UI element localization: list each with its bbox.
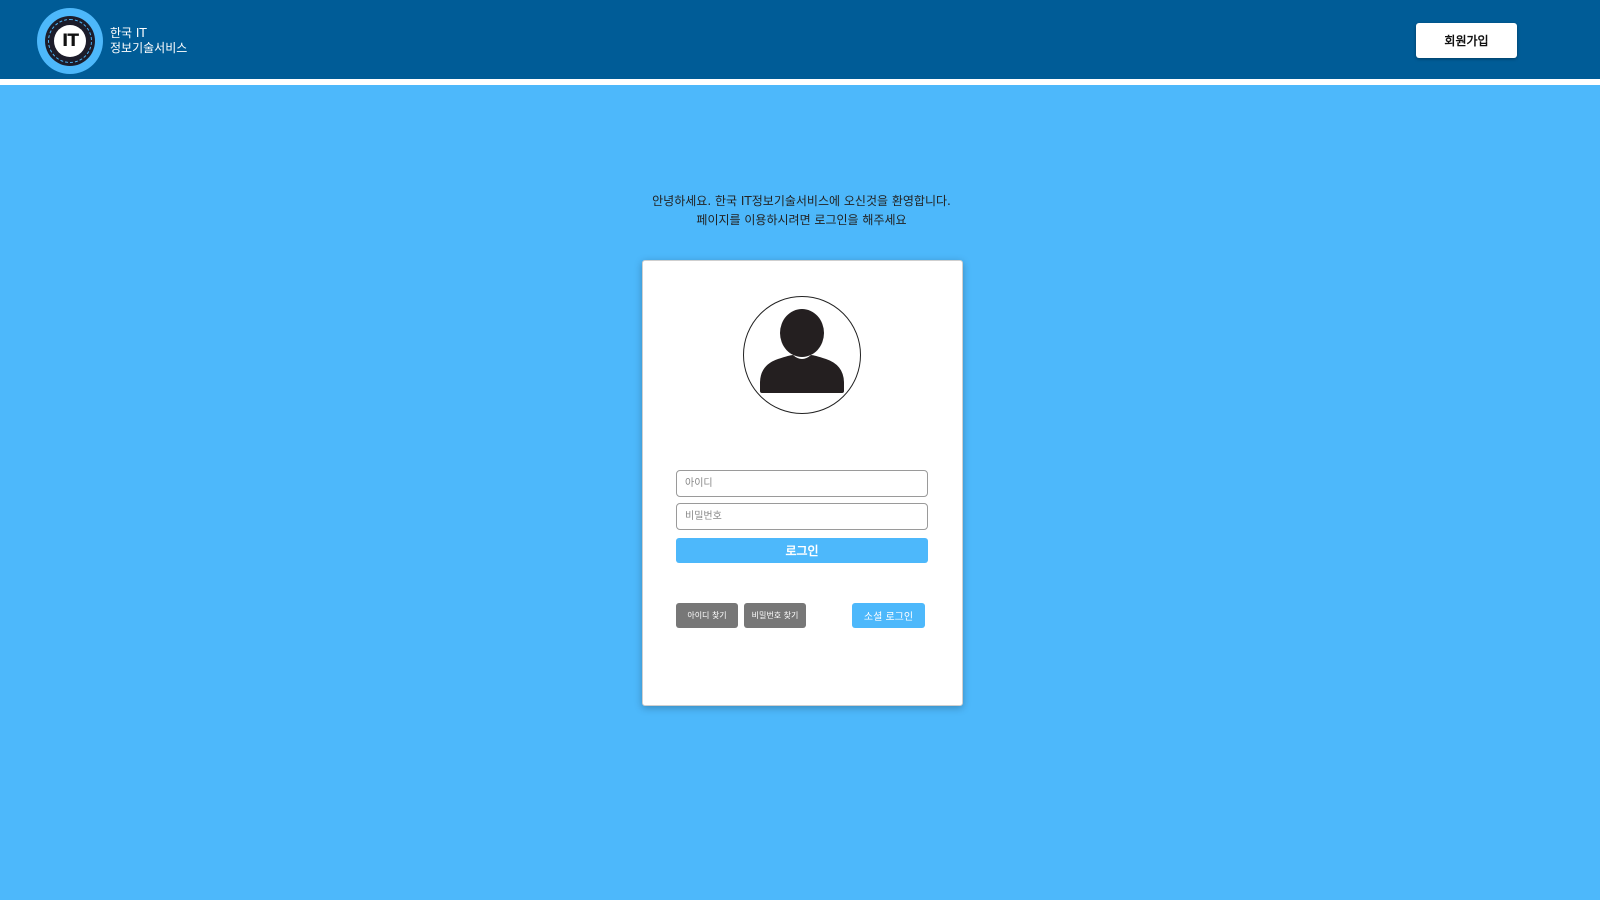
user-silhouette-icon bbox=[760, 309, 844, 393]
company-logo[interactable]: IT bbox=[37, 8, 103, 74]
login-button[interactable]: 로그인 bbox=[676, 538, 928, 563]
signup-button[interactable]: 회원가입 bbox=[1416, 23, 1517, 58]
brand-line-1: 한국 IT bbox=[110, 26, 147, 40]
top-header: IT 한국 IT 정보기술서비스 회원가입 bbox=[0, 0, 1600, 79]
welcome-message: 안녕하세요. 한국 IT정보기술서비스에 오신것을 환영합니다. 페이지를 이용… bbox=[500, 192, 1103, 230]
find-id-button[interactable]: 아이디 찾기 bbox=[676, 603, 738, 628]
brand-line-2: 정보기술서비스 bbox=[110, 41, 188, 55]
password-input[interactable] bbox=[676, 503, 928, 530]
login-card: 로그인 아이디 찾기 비밀번호 찾기 소셜 로그인 bbox=[642, 260, 963, 706]
welcome-line-2: 페이지를 이용하시려면 로그인을 해주세요 bbox=[696, 213, 907, 227]
header-divider bbox=[0, 79, 1600, 85]
logo-badge: IT bbox=[45, 16, 95, 66]
logo-text: IT bbox=[54, 25, 86, 57]
social-login-button[interactable]: 소셜 로그인 bbox=[852, 603, 925, 628]
brand-name: 한국 IT 정보기술서비스 bbox=[110, 26, 187, 56]
avatar bbox=[743, 296, 861, 414]
id-input[interactable] bbox=[676, 470, 928, 497]
welcome-line-1: 안녕하세요. 한국 IT정보기술서비스에 오신것을 환영합니다. bbox=[652, 194, 951, 208]
find-password-button[interactable]: 비밀번호 찾기 bbox=[744, 603, 806, 628]
